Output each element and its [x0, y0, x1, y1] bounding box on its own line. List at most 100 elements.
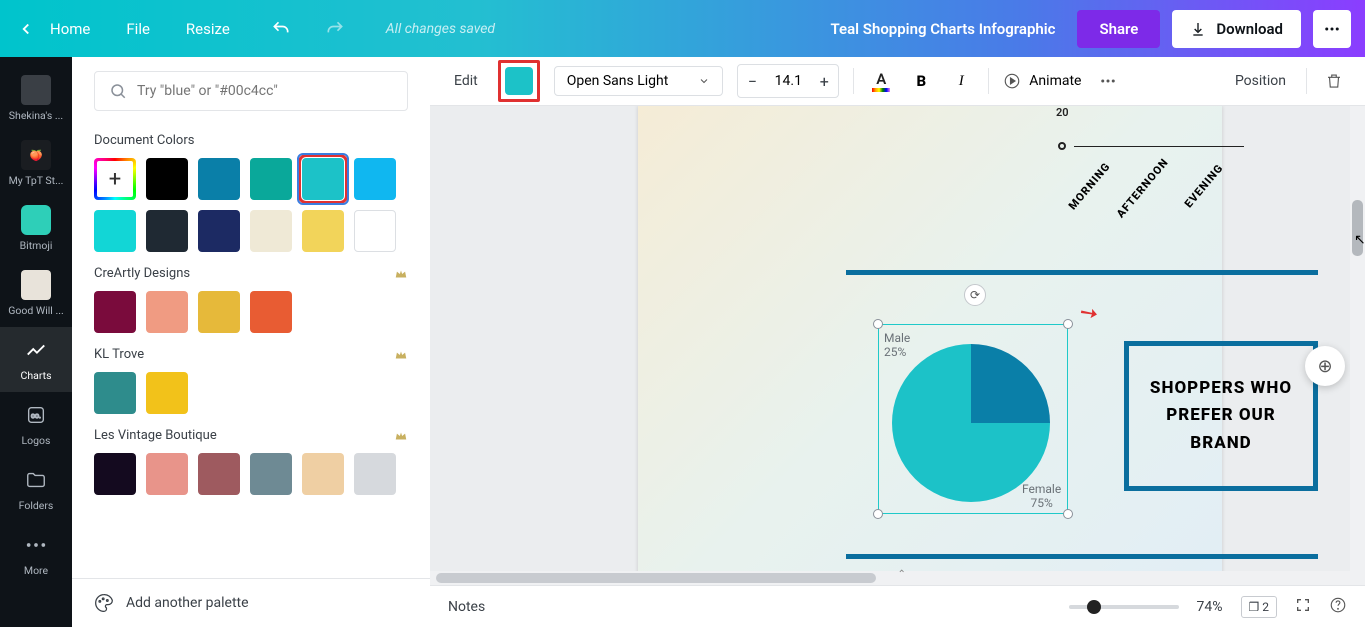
color-swatch[interactable]	[250, 158, 292, 200]
chart-color-swatch[interactable]	[505, 67, 533, 95]
axis-origin-dot	[1058, 142, 1066, 150]
position-button[interactable]: Position	[1229, 69, 1292, 93]
sidebar-item-app4[interactable]: Good Will ...	[0, 262, 72, 327]
sidebar-item-charts[interactable]: Charts	[0, 327, 72, 392]
color-swatch[interactable]	[198, 453, 240, 495]
color-swatch[interactable]	[250, 453, 292, 495]
crown-icon	[394, 267, 408, 281]
pie-label-male: Male25%	[884, 331, 910, 360]
sidebar-item-folders[interactable]: Folders	[0, 457, 72, 522]
divider-1[interactable]	[846, 270, 1318, 275]
sel-handle-bl[interactable]	[873, 509, 883, 519]
color-swatch[interactable]	[250, 291, 292, 333]
publish-menu-button[interactable]	[1313, 10, 1351, 48]
sidebar-item-app2[interactable]: 🍑My TpT St...	[0, 132, 72, 197]
cursor-icon: ↖	[1354, 232, 1365, 248]
redo-button[interactable]	[320, 14, 350, 44]
document-title[interactable]: Teal Shopping Charts Infographic	[831, 20, 1056, 38]
section-creartly: CreArtly Designs	[94, 266, 190, 281]
download-button[interactable]: Download	[1172, 10, 1301, 48]
color-swatch[interactable]	[354, 210, 396, 252]
color-swatch[interactable]	[302, 210, 344, 252]
color-swatch[interactable]	[198, 158, 240, 200]
zoom-slider[interactable]	[1069, 605, 1179, 609]
axis-tick-20: 20	[1056, 106, 1069, 119]
add-color-button[interactable]: +	[94, 158, 136, 200]
edit-chart-button[interactable]: Edit	[448, 69, 484, 93]
sidebar-item-app1[interactable]: Shekina's ...	[0, 67, 72, 132]
axis-cat-morning: MORNING	[1066, 160, 1113, 212]
section-doc-colors: Document Colors	[94, 133, 194, 148]
chart-color-highlight	[498, 60, 540, 102]
page-indicator[interactable]: ❐ 2	[1241, 596, 1277, 618]
font-size-decrease[interactable]: −	[738, 65, 766, 97]
axis-cat-afternoon: AFTERNOON	[1114, 156, 1171, 221]
color-swatch[interactable]	[94, 372, 136, 414]
pie-chart[interactable]	[892, 344, 1050, 502]
search-icon	[109, 82, 127, 100]
sel-handle-tr[interactable]	[1063, 319, 1073, 329]
delete-button[interactable]	[1321, 68, 1347, 94]
color-swatch[interactable]	[354, 158, 396, 200]
font-size-increase[interactable]: +	[810, 65, 838, 97]
color-swatch[interactable]	[146, 291, 188, 333]
color-swatch[interactable]	[250, 210, 292, 252]
file-menu[interactable]: File	[126, 20, 150, 38]
add-page-button[interactable]: ⊕	[1305, 346, 1345, 386]
back-button[interactable]	[14, 17, 38, 41]
info-box[interactable]: SHOPPERS WHO PREFER OUR BRAND	[1124, 341, 1318, 491]
rotate-handle[interactable]: ⟳	[964, 284, 986, 306]
chevron-down-icon	[698, 75, 710, 87]
section-les: Les Vintage Boutique	[94, 428, 217, 443]
axis-cat-evening: EVENING	[1182, 162, 1226, 211]
fullscreen-button[interactable]	[1295, 597, 1311, 617]
color-swatch[interactable]	[146, 372, 188, 414]
axis-line	[1074, 146, 1244, 147]
h-scrollbar[interactable]: ⌃	[430, 571, 1365, 585]
sidebar-item-logos[interactable]: co.Logos	[0, 392, 72, 457]
color-swatch[interactable]	[146, 210, 188, 252]
color-swatch[interactable]	[94, 291, 136, 333]
color-search[interactable]	[94, 71, 408, 111]
sidebar-item-bitmoji[interactable]: Bitmoji	[0, 197, 72, 262]
divider-2[interactable]	[846, 554, 1318, 559]
color-swatch[interactable]	[146, 453, 188, 495]
animate-button[interactable]: Animate	[1003, 72, 1081, 90]
home-link[interactable]: Home	[50, 20, 90, 38]
undo-button[interactable]	[266, 14, 296, 44]
help-button[interactable]	[1329, 596, 1347, 618]
download-label: Download	[1216, 20, 1283, 38]
color-swatch[interactable]	[302, 158, 344, 200]
color-swatch[interactable]	[198, 210, 240, 252]
crown-icon	[394, 429, 408, 443]
font-size-input[interactable]	[766, 73, 810, 89]
color-swatch[interactable]	[94, 453, 136, 495]
bold-button[interactable]: B	[908, 68, 934, 94]
color-search-input[interactable]	[137, 83, 393, 99]
more-toolbar-button[interactable]	[1095, 68, 1121, 94]
palette-icon	[94, 593, 114, 613]
design-page[interactable]: 20 MORNING AFTERNOON EVENING ⟳ ➘ Male25%…	[638, 106, 1222, 576]
font-select[interactable]: Open Sans Light	[554, 66, 724, 96]
v-scrollbar[interactable]	[1350, 106, 1365, 585]
color-swatch[interactable]	[354, 453, 396, 495]
animate-icon	[1003, 72, 1021, 90]
sel-handle-br[interactable]	[1063, 509, 1073, 519]
italic-button[interactable]: I	[948, 68, 974, 94]
resize-menu[interactable]: Resize	[186, 20, 230, 38]
color-swatch[interactable]	[302, 453, 344, 495]
color-swatch[interactable]	[94, 210, 136, 252]
sidebar-item-more[interactable]: More	[0, 522, 72, 587]
zoom-value[interactable]: 74%	[1197, 599, 1223, 615]
add-palette-button[interactable]: Add another palette	[72, 578, 430, 627]
annotation-arrow: ➘	[1074, 298, 1103, 329]
notes-button[interactable]: Notes	[448, 599, 485, 615]
color-swatch[interactable]	[146, 158, 188, 200]
sel-handle-tl[interactable]	[873, 319, 883, 329]
color-swatch[interactable]	[198, 291, 240, 333]
share-button[interactable]: Share	[1077, 10, 1160, 48]
text-color-button[interactable]: A	[868, 68, 894, 94]
canvas[interactable]: 20 MORNING AFTERNOON EVENING ⟳ ➘ Male25%…	[430, 106, 1365, 585]
crown-icon	[394, 348, 408, 362]
save-status: All changes saved	[386, 21, 495, 37]
